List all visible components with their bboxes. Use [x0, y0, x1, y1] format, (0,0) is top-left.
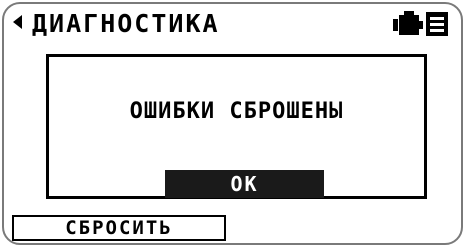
- ok-button[interactable]: ОК: [165, 170, 324, 198]
- header-bar: ДИАГНОСТИКА: [4, 4, 461, 44]
- confirmation-dialog: ОШИБКИ СБРОШЕНЫ ОК: [46, 54, 427, 199]
- reset-softkey-button[interactable]: СБРОСИТЬ: [12, 215, 226, 241]
- dialog-message: ОШИБКИ СБРОШЕНЫ: [129, 99, 344, 124]
- back-triangle-icon[interactable]: [13, 15, 22, 29]
- device-screen: ДИАГНОСТИКА ОШИБКИ СБРОШЕНЫ ОК СБРОСИТЬ: [2, 2, 463, 245]
- page-title: ДИАГНОСТИКА: [32, 9, 220, 38]
- vehicle-device-icon: [393, 11, 448, 36]
